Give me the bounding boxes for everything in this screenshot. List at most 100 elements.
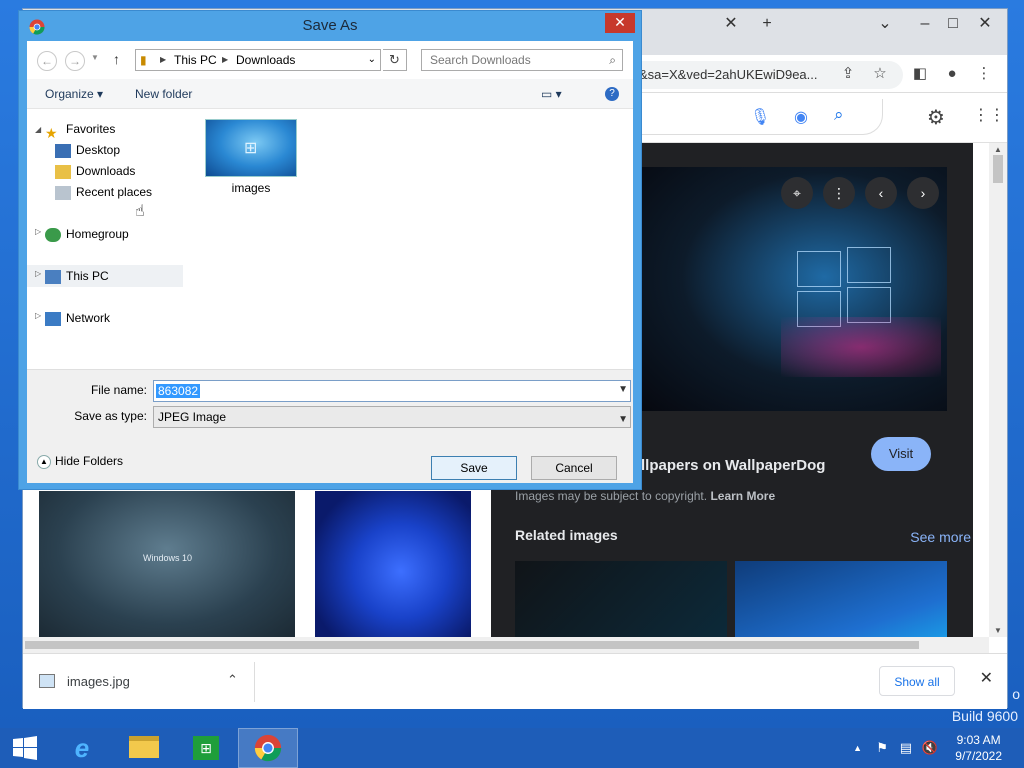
learn-more-link[interactable]: Learn More <box>710 489 775 503</box>
help-icon[interactable]: ? <box>605 87 619 101</box>
download-item[interactable]: images.jpg ⌃ <box>31 662 255 702</box>
vertical-scrollbar[interactable]: ▲ ▼ <box>989 143 1007 637</box>
tab-search-icon[interactable]: ⌄ <box>871 13 899 35</box>
action-center-flag-icon[interactable]: ⚑ <box>876 740 888 756</box>
voice-search-icon[interactable]: 🎙 <box>750 107 770 127</box>
show-all-button[interactable]: Show all <box>879 666 955 696</box>
chevron-right-icon[interactable]: ▶ <box>160 50 166 70</box>
search-icon[interactable]: ⌕ <box>834 105 844 125</box>
recent-locations-icon[interactable]: ▼ <box>91 53 99 62</box>
nav-downloads[interactable]: Downloads <box>55 161 135 181</box>
minimize-button[interactable]: – <box>911 13 939 35</box>
logo-pane <box>797 251 841 287</box>
chevron-down-icon[interactable]: ▼ <box>618 410 628 430</box>
chevron-down-icon[interactable]: ▼ <box>618 384 628 395</box>
taskbar: e ⊞ ▲ ⚑ ▤ 🔇 9:03 AM 9/7/2022 <box>0 728 1024 768</box>
tab-close-icon[interactable]: ✕ <box>717 13 745 35</box>
dialog-titlebar[interactable]: Save As ✕ <box>19 11 641 41</box>
copyright-text: Images may be subject to copyright. <box>515 489 708 503</box>
folder-item-images[interactable]: ⊞ <box>205 119 297 177</box>
breadcrumb-this-pc[interactable]: This PC <box>174 50 217 70</box>
apps-grid-icon[interactable]: ⋮⋮ <box>973 105 1005 125</box>
nav-recent-places[interactable]: Recent places <box>55 182 152 202</box>
logo-pane <box>847 247 891 283</box>
expand-arrow-icon[interactable]: ▷ <box>35 227 41 236</box>
start-button[interactable] <box>0 728 50 768</box>
result-thumbnail[interactable] <box>315 491 471 637</box>
expand-arrow-icon[interactable]: ◢ <box>35 125 41 134</box>
up-button[interactable]: ↑ <box>113 51 120 67</box>
hide-folders-button[interactable]: ▲ Hide Folders <box>37 454 123 469</box>
forward-button[interactable]: → <box>65 51 85 71</box>
related-image-thumb[interactable] <box>515 561 727 645</box>
related-image-thumb[interactable] <box>735 561 947 645</box>
network-status-icon[interactable]: ▤ <box>900 740 912 756</box>
scroll-up-icon[interactable]: ▲ <box>989 145 1007 154</box>
chrome-menu-icon[interactable]: ⋮ <box>973 63 995 85</box>
lens-search-icon[interactable]: ⌖ <box>781 177 813 209</box>
visit-button[interactable]: Visit <box>871 437 931 471</box>
close-window-button[interactable]: ✕ <box>971 13 999 35</box>
scroll-down-icon[interactable]: ▼ <box>989 626 1007 635</box>
chrome-icon <box>254 734 282 762</box>
save-type-select[interactable]: JPEG Image ▼ <box>153 406 631 428</box>
save-type-value: JPEG Image <box>158 410 227 424</box>
settings-gear-icon[interactable]: ⚙ <box>927 105 945 130</box>
file-name-field[interactable]: 863082 ▼ <box>153 380 631 402</box>
close-shelf-icon[interactable]: ✕ <box>980 668 993 688</box>
lens-icon[interactable]: ◉ <box>794 107 808 127</box>
save-button[interactable]: Save <box>431 456 517 480</box>
more-options-icon[interactable]: ⋮ <box>823 177 855 209</box>
chevron-up-icon[interactable]: ⌃ <box>227 672 238 688</box>
save-type-label: Save as type: <box>74 409 147 423</box>
back-button[interactable]: ← <box>37 51 57 71</box>
maximize-button[interactable]: □ <box>939 13 967 35</box>
taskbar-chrome[interactable] <box>238 728 298 768</box>
taskbar-store[interactable]: ⊞ <box>176 728 236 768</box>
folder-item-label[interactable]: images <box>205 181 297 195</box>
search-input[interactable]: Search Downloads ⌕ <box>421 49 623 71</box>
address-bar[interactable]: &sa=X&ved=2ahUKEwiD9ea... <box>623 61 903 89</box>
folder-icon <box>129 736 159 758</box>
share-icon[interactable]: ⇪ <box>837 63 859 85</box>
breadcrumb-downloads[interactable]: Downloads <box>236 50 295 70</box>
scroll-thumb[interactable] <box>25 641 919 649</box>
side-panel-icon[interactable]: ◧ <box>909 63 931 85</box>
chevron-right-icon[interactable]: ▶ <box>222 50 228 70</box>
nav-network[interactable]: Network <box>45 308 110 328</box>
close-dialog-button[interactable]: ✕ <box>605 13 635 33</box>
profile-avatar-icon[interactable]: ● <box>941 63 963 85</box>
taskbar-file-explorer[interactable] <box>114 728 174 768</box>
nav-homegroup[interactable]: Homegroup <box>45 224 129 244</box>
volume-muted-icon[interactable]: 🔇 <box>922 740 938 756</box>
source-title[interactable]: llpapers on WallpaperDog <box>641 457 825 474</box>
related-images-heading: Related images <box>515 527 618 543</box>
next-arrow-icon[interactable]: › <box>907 177 939 209</box>
previous-arrow-icon[interactable]: ‹ <box>865 177 897 209</box>
bookmark-star-icon[interactable]: ☆ <box>869 63 891 85</box>
see-more-link[interactable]: See more <box>910 529 971 545</box>
refresh-icon[interactable]: ↻ <box>383 49 407 71</box>
scroll-thumb[interactable] <box>993 155 1003 183</box>
chevron-down-icon[interactable]: ⌄ <box>368 50 376 70</box>
nav-favorites[interactable]: ★ Favorites <box>45 119 115 141</box>
show-hidden-icons-icon[interactable]: ▲ <box>853 743 862 753</box>
nav-this-pc[interactable]: This PC <box>45 266 109 286</box>
hide-folders-label: Hide Folders <box>55 454 124 468</box>
taskbar-internet-explorer[interactable]: e <box>52 728 112 768</box>
nav-desktop[interactable]: Desktop <box>55 140 120 160</box>
horizontal-scrollbar[interactable] <box>23 637 989 653</box>
expand-arrow-icon[interactable]: ▷ <box>35 269 41 278</box>
organize-button[interactable]: Organize ▾ <box>45 87 103 101</box>
cancel-button[interactable]: Cancel <box>531 456 617 480</box>
expand-arrow-icon[interactable]: ▷ <box>35 311 41 320</box>
new-folder-button[interactable]: New folder <box>135 87 192 101</box>
address-row: ← → ▼ ↑ ▮ ▶ This PC ▶ Downloads ⌄ ↻ Sear… <box>27 41 633 79</box>
breadcrumb[interactable]: ▮ ▶ This PC ▶ Downloads ⌄ <box>135 49 381 71</box>
view-options-icon[interactable]: ▭ ▾ <box>541 87 562 101</box>
dialog-title: Save As <box>302 17 358 34</box>
new-tab-icon[interactable]: + <box>753 13 781 35</box>
organize-label: Organize <box>45 87 94 101</box>
system-clock[interactable]: 9:03 AM 9/7/2022 <box>955 732 1002 764</box>
result-thumbnail[interactable]: Windows 10 <box>39 491 295 637</box>
